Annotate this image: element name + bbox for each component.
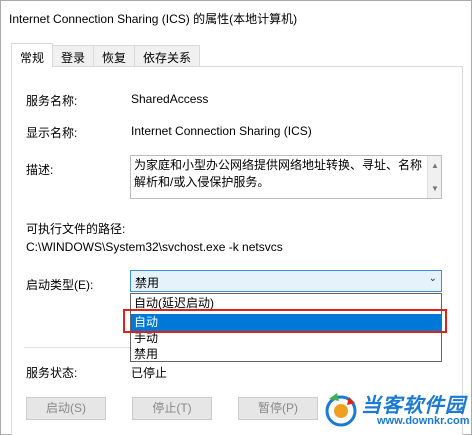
watermark-logo-icon: [325, 393, 357, 427]
watermark-title: 当客软件园: [361, 395, 466, 417]
display-name-value: Internet Connection Sharing (ICS): [131, 124, 312, 138]
service-status-label: 服务状态:: [26, 366, 78, 380]
startup-type-label: 启动类型(E):: [26, 278, 94, 292]
general-panel: 服务名称: SharedAccess 显示名称: Internet Connec…: [11, 66, 463, 435]
startup-type-value: 禁用: [135, 276, 160, 290]
watermark-url: www.downkr.com: [377, 415, 470, 427]
title-bar[interactable]: Internet Connection Sharing (ICS) 的属性(本地…: [1, 1, 471, 37]
description-label: 描述:: [26, 163, 54, 177]
description-textbox[interactable]: 为家庭和小型办公网络提供网络地址转换、寻址、名称解析和/或入侵保护服务。 ▲ ▼: [130, 155, 442, 199]
exe-path-value: C:\WINDOWS\System32\svchost.exe -k netsv…: [26, 240, 283, 254]
scroll-down-icon[interactable]: ▼: [431, 180, 439, 197]
tab-dependencies[interactable]: 依存关系: [134, 45, 201, 67]
exe-path-label: 可执行文件的路径:: [26, 222, 126, 236]
description-text: 为家庭和小型办公网络提供网络地址转换、寻址、名称解析和/或入侵保护服务。: [134, 158, 423, 189]
tab-general[interactable]: 常规: [11, 43, 54, 67]
pause-button[interactable]: 暂停(P): [238, 397, 318, 420]
annotation-highlight-box: [123, 309, 447, 333]
startup-type-select[interactable]: 禁用 ⌄: [130, 270, 442, 292]
separator: [24, 347, 130, 348]
properties-dialog: Internet Connection Sharing (ICS) 的属性(本地…: [0, 0, 472, 435]
stop-button[interactable]: 停止(T): [132, 397, 212, 420]
description-scrollbar[interactable]: ▲ ▼: [427, 156, 441, 198]
tab-recovery[interactable]: 恢复: [93, 45, 136, 67]
service-name-label: 服务名称:: [26, 94, 78, 108]
tab-logon[interactable]: 登录: [52, 45, 95, 67]
display-name-label: 显示名称:: [26, 126, 78, 140]
service-name-value: SharedAccess: [131, 92, 209, 106]
watermark: 当客软件园 www.downkr.com: [321, 387, 472, 435]
chevron-down-icon[interactable]: ⌄: [429, 273, 437, 284]
service-status-value: 已停止: [131, 366, 168, 380]
window-title: Internet Connection Sharing (ICS) 的属性(本地…: [9, 12, 298, 26]
start-button[interactable]: 启动(S): [26, 397, 106, 420]
option-disabled[interactable]: 禁用: [131, 346, 441, 363]
tab-strip: 常规 登录 恢复 依存关系: [11, 43, 201, 67]
scroll-up-icon[interactable]: ▲: [431, 157, 439, 174]
